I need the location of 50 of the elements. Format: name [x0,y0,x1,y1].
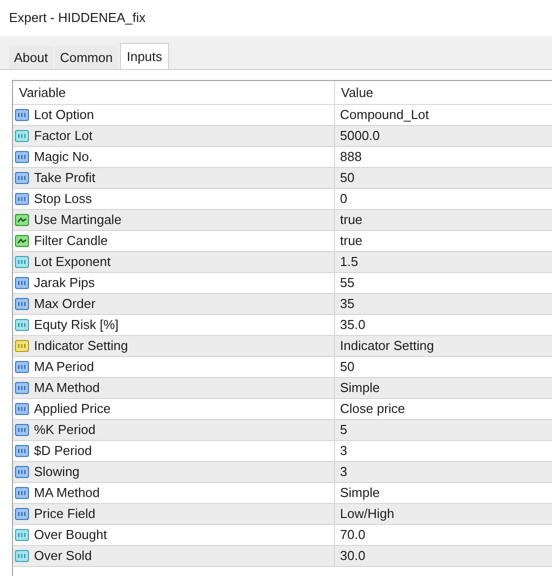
variable-name: Jarak Pips [34,274,95,292]
variable-name: Stop Loss [34,190,92,208]
variable-value[interactable]: 35 [335,294,552,314]
variable-name: Indicator Setting [34,337,128,356]
variable-name: Factor Lot [34,127,93,146]
variable-value[interactable]: 3 [335,462,552,482]
tab[interactable]: About [9,46,53,69]
variable-value[interactable]: 35.0 [335,315,552,335]
variable-value[interactable]: 55 [335,273,552,293]
variable-value[interactable]: 5 [335,420,552,440]
variable-value[interactable]: 30.0 [335,546,552,566]
variable-name: Applied Price [34,400,111,418]
variable-value[interactable]: Simple [335,378,552,398]
column-header[interactable]: Value [335,81,552,104]
variable-name: Lot Exponent [34,253,111,272]
column-header[interactable]: Variable [13,81,335,104]
variable-name: MA Method [34,379,100,398]
variable-value[interactable]: Low/High [335,504,552,524]
variable-name: Equty Risk [%] [34,316,119,334]
variable-name: MA Method [34,484,100,502]
variable-value[interactable]: 50 [335,357,552,377]
variable-name: Price Field [34,505,96,524]
tab[interactable]: Inputs [120,43,170,69]
variable-value[interactable]: 50 [335,168,552,188]
variable-name: %K Period [34,421,96,440]
variable-value[interactable]: true [335,231,552,251]
variable-name: MA Period [34,358,94,376]
variable-name: Over Sold [34,547,92,566]
variable-value[interactable]: Compound_Lot [335,105,552,125]
tab[interactable]: Common [54,46,118,69]
variable-value[interactable]: 5000.0 [335,126,552,146]
variable-name: Magic No. [34,148,93,166]
variable-value[interactable]: 1.5 [335,252,552,272]
window-title: Expert - HIDDENEA_fix [9,9,146,28]
variable-name: Use Martingale [34,211,122,230]
variable-value[interactable]: 888 [335,147,552,167]
variable-value[interactable]: true [335,210,552,230]
variable-value[interactable]: Close price [335,399,552,419]
variable-name: Max Order [34,295,96,314]
variable-value[interactable]: 3 [335,441,552,461]
variable-value[interactable]: 70.0 [335,525,552,545]
variable-name: Filter Candle [34,232,108,250]
variable-value[interactable]: 0 [335,189,552,209]
variable-name: Take Profit [34,169,96,188]
variable-name: Slowing [34,463,80,482]
variable-name: Over Bought [34,526,107,544]
variable-name: $D Period [34,442,92,460]
variable-value[interactable]: Simple [335,483,552,503]
variable-value[interactable]: Indicator Setting [335,336,552,356]
variable-name: Lot Option [34,106,94,124]
